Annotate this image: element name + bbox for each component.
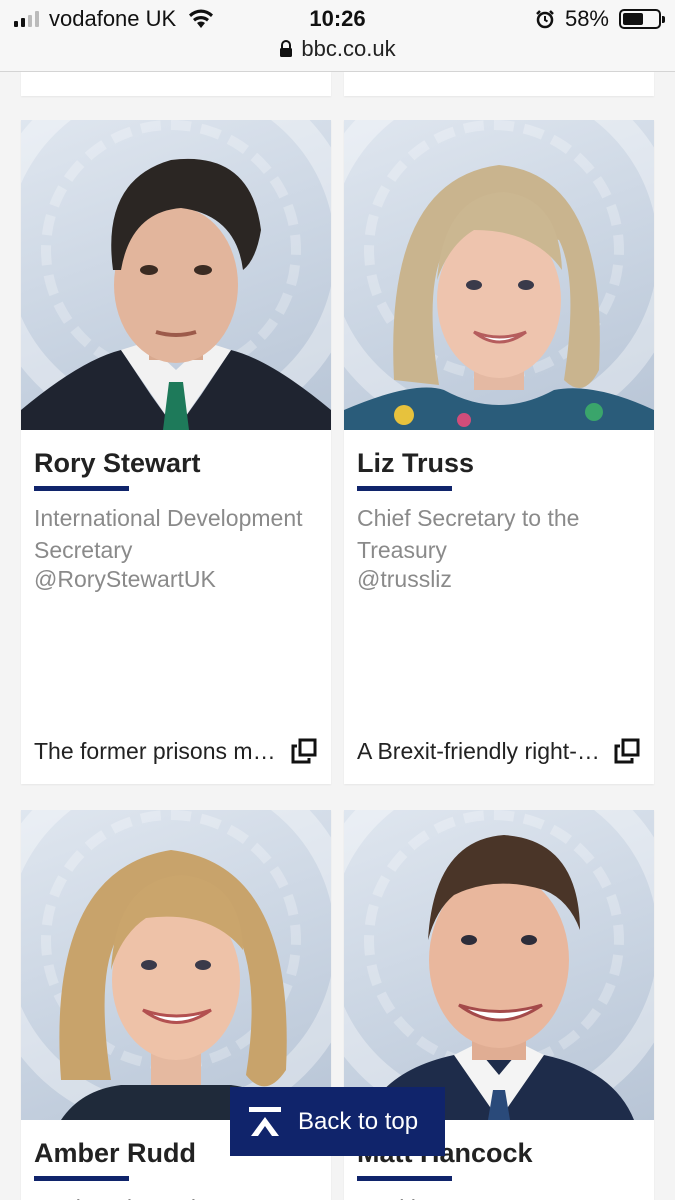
profile-role: Health Secretary: [357, 1192, 637, 1200]
profile-name[interactable]: Liz Truss: [357, 448, 474, 479]
profile-role: Chief Secretary to the Treasury: [357, 505, 580, 563]
back-to-top-button[interactable]: Back to top: [230, 1087, 445, 1156]
previous-card-left[interactable]: [21, 72, 331, 96]
name-underline: [34, 486, 129, 491]
profile-role: Work and Pensions Secretary: [34, 1192, 314, 1200]
expand-icon[interactable]: [614, 738, 640, 764]
profile-card[interactable]: Liz Truss Chief Secretary to the Treasur…: [344, 120, 654, 784]
name-underline: [357, 1176, 452, 1181]
profile-card[interactable]: Rory Stewart International Development S…: [21, 120, 331, 784]
lock-icon: [280, 40, 293, 57]
profile-teaser[interactable]: The former prisons minister: [34, 738, 279, 765]
profile-teaser[interactable]: A Brexit-friendly right-winger: [357, 738, 602, 765]
rory-stewart-photo: [21, 120, 331, 430]
twitter-handle[interactable]: @RoryStewartUK: [34, 566, 216, 593]
amber-rudd-photo: [21, 810, 331, 1120]
matt-hancock-photo: [344, 810, 654, 1120]
address-bar[interactable]: bbc.co.uk: [0, 36, 675, 62]
expand-icon[interactable]: [291, 738, 317, 764]
profile-role: International Development Secretary: [34, 505, 303, 563]
arrow-up-to-line-icon: [249, 1106, 281, 1136]
profile-name[interactable]: Rory Stewart: [34, 448, 201, 479]
profile-name[interactable]: Amber Rudd: [34, 1138, 196, 1169]
status-bar: vodafone UK 10:26 58% bbc.co.uk: [0, 0, 675, 72]
name-underline: [357, 486, 452, 491]
battery-percent: 58%: [564, 6, 609, 31]
status-right: 58%: [535, 6, 665, 32]
back-to-top-label: Back to top: [298, 1107, 419, 1135]
battery-icon: [619, 9, 665, 29]
name-underline: [34, 1176, 129, 1181]
previous-card-right[interactable]: [344, 72, 654, 96]
twitter-handle[interactable]: @trussliz: [357, 566, 452, 593]
liz-truss-photo: [344, 120, 654, 430]
alarm-icon: [536, 10, 554, 29]
url-text: bbc.co.uk: [301, 36, 396, 61]
